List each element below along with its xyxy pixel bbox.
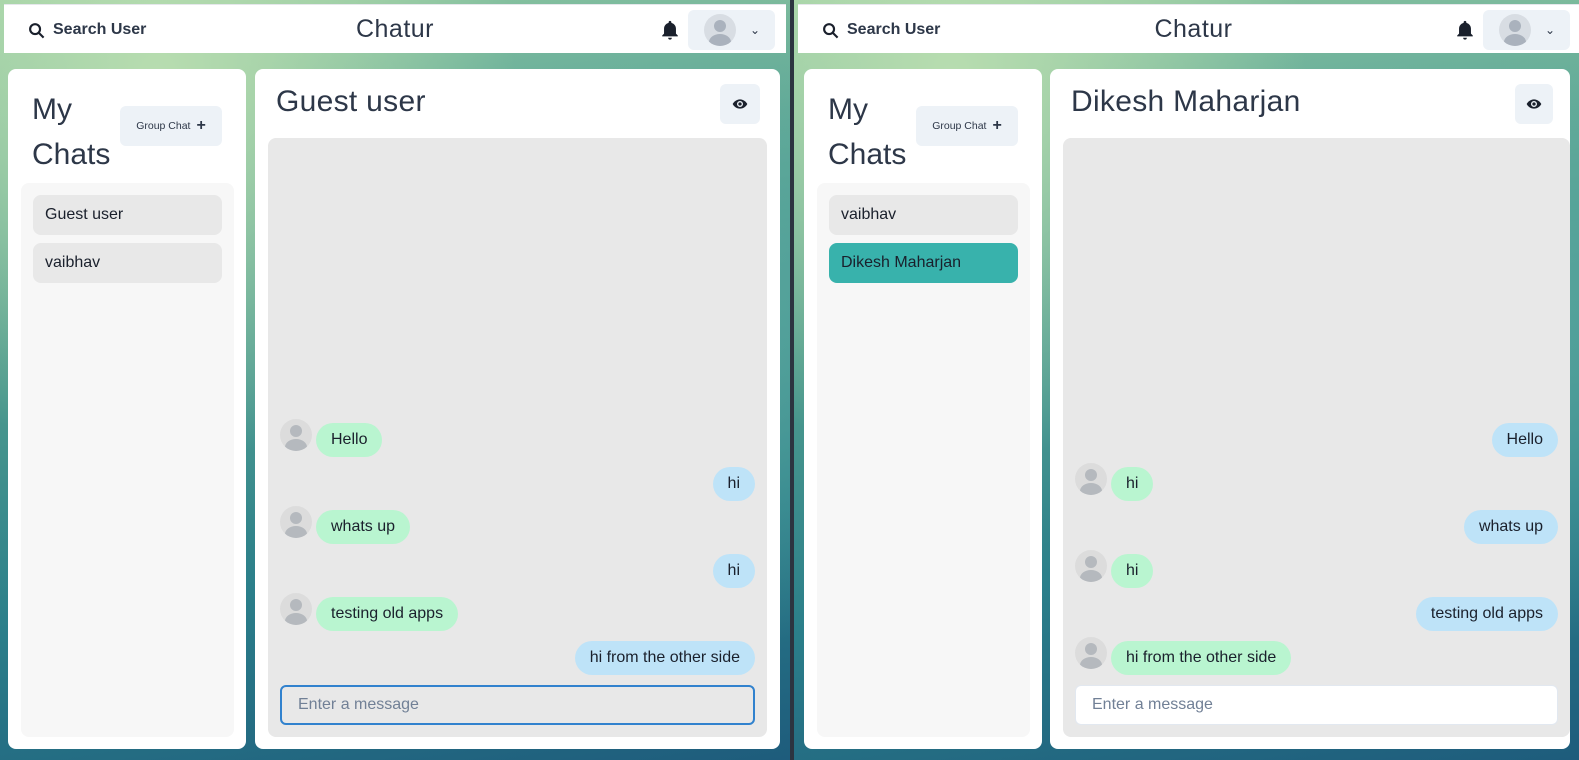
chat-window-right: Search User Chatur ⌄ My Chats Group Chat… <box>794 0 1579 760</box>
incoming-message: whats up <box>316 510 411 545</box>
chat-list: Guest user vaibhav <box>21 183 234 737</box>
eye-icon <box>1526 99 1542 109</box>
message-input[interactable] <box>1075 685 1558 725</box>
sender-avatar[interactable] <box>280 593 312 626</box>
plus-icon: + <box>992 117 1002 134</box>
chevron-down-icon: ⌄ <box>1545 23 1556 37</box>
message-area[interactable]: Hello hi whats up hi testing old apps hi from… <box>1063 138 1570 737</box>
message-row: hi <box>280 553 755 588</box>
sender-avatar[interactable] <box>280 506 312 539</box>
incoming-message: testing old apps <box>316 597 459 632</box>
message-row: whats up <box>1075 510 1558 545</box>
conversation-title: Guest user <box>276 85 426 118</box>
incoming-message: hi from the other side <box>1111 641 1292 675</box>
message-row: hi <box>1075 462 1558 501</box>
chat-window-left: Search User Chatur ⌄ My Chats Group Chat… <box>0 0 790 760</box>
new-group-chat-button[interactable]: Group Chat + <box>120 106 222 146</box>
message-row: testing old apps <box>1075 597 1558 632</box>
view-profile-button[interactable] <box>1515 84 1553 124</box>
message-row: hi from the other side <box>280 641 755 675</box>
eye-icon <box>732 99 748 109</box>
chat-list-item[interactable]: vaibhav <box>829 195 1018 235</box>
chevron-down-icon: ⌄ <box>750 23 761 37</box>
message-row: testing old apps <box>280 593 755 632</box>
message-row: hi from the other side <box>1075 637 1558 675</box>
my-chats-title: My Chats <box>828 93 907 171</box>
outgoing-message: hi <box>712 553 755 588</box>
top-bar: Search User Chatur ⌄ <box>798 4 1579 53</box>
incoming-message: Hello <box>316 423 383 457</box>
chat-list: vaibhav Dikesh Maharjan <box>817 183 1030 737</box>
avatar <box>704 14 736 46</box>
bell-icon[interactable] <box>659 19 681 41</box>
sender-avatar[interactable] <box>1075 462 1107 495</box>
chat-list-item[interactable]: Guest user <box>33 195 222 235</box>
new-group-chat-button[interactable]: Group Chat + <box>916 106 1018 146</box>
view-profile-button[interactable] <box>720 84 760 124</box>
conversation-title: Dikesh Maharjan <box>1071 85 1301 118</box>
conversation-panel: Dikesh Maharjan Hello hi whats up hi testing… <box>1050 69 1570 749</box>
message-row: hi <box>280 466 755 501</box>
outgoing-message: testing old apps <box>1415 597 1558 632</box>
chat-list-item[interactable]: vaibhav <box>33 243 222 283</box>
message-row: Hello <box>1075 423 1558 457</box>
profile-menu-button[interactable]: ⌄ <box>1483 10 1570 50</box>
profile-menu-button[interactable]: ⌄ <box>688 10 775 50</box>
outgoing-message: whats up <box>1463 510 1558 545</box>
message-row: Hello <box>280 419 755 457</box>
message-row: whats up <box>280 506 755 545</box>
incoming-message: hi <box>1111 553 1154 588</box>
sender-avatar[interactable] <box>1075 637 1107 669</box>
chat-list-item[interactable]: Dikesh Maharjan <box>829 243 1018 283</box>
outgoing-message: hi <box>712 466 755 501</box>
outgoing-message: hi from the other side <box>574 641 755 675</box>
my-chats-title: My Chats <box>32 93 111 171</box>
my-chats-panel: My Chats Group Chat + vaibhav Dikesh Maha… <box>804 69 1042 749</box>
outgoing-message: Hello <box>1491 423 1558 457</box>
bell-icon[interactable] <box>1454 19 1476 41</box>
group-chat-label: Group Chat <box>932 120 987 132</box>
message-input[interactable] <box>280 685 755 725</box>
conversation-panel: Guest user Hello hi whats up hi testing old … <box>255 69 780 749</box>
my-chats-panel: My Chats Group Chat + Guest user vaibhav <box>8 69 246 749</box>
top-bar: Search User Chatur ⌄ <box>4 4 786 53</box>
message-area[interactable]: Hello hi whats up hi testing old apps hi from… <box>268 138 767 737</box>
message-row: hi <box>1075 549 1558 588</box>
sender-avatar[interactable] <box>1075 549 1107 582</box>
sender-avatar[interactable] <box>280 419 312 451</box>
incoming-message: hi <box>1111 466 1154 501</box>
group-chat-label: Group Chat <box>136 120 191 132</box>
plus-icon: + <box>196 117 206 134</box>
avatar <box>1499 14 1531 46</box>
